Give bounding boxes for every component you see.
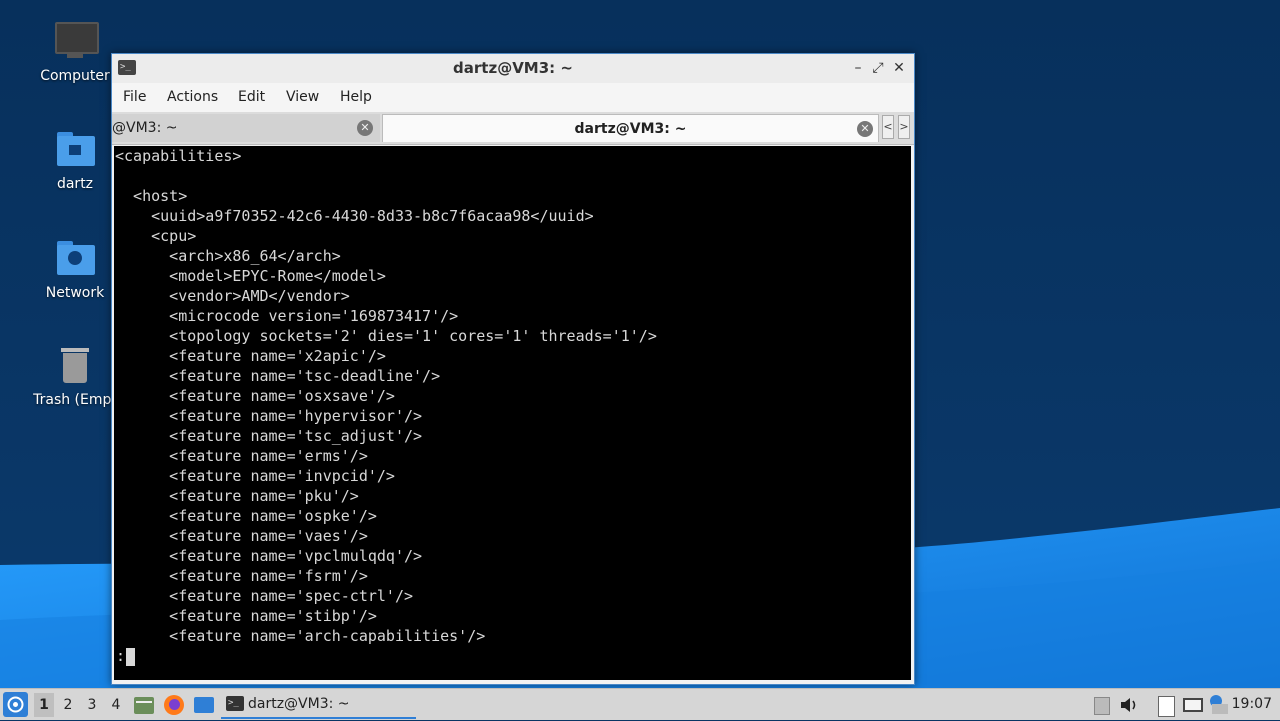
tab-scroll-right-button[interactable]: > <box>898 115 910 139</box>
terminal-line: <feature name='x2apic'/> <box>115 347 386 365</box>
tab-close-icon[interactable]: ✕ <box>357 120 373 136</box>
tab-close-icon[interactable]: ✕ <box>857 121 873 137</box>
file-manager-icon[interactable] <box>133 694 155 716</box>
tab-scroll-left-button[interactable]: < <box>882 115 894 139</box>
network-tray-icon[interactable] <box>1182 694 1204 716</box>
terminal-line: <microcode version='169873417'/> <box>115 307 459 325</box>
minimize-button[interactable]: – <box>848 58 868 78</box>
terminal-line: <feature name='osxsave'/> <box>115 387 395 405</box>
text-cursor <box>126 647 136 666</box>
terminal-line: <feature name='fsrm'/> <box>115 567 368 585</box>
tab-bar: @VM3: ~ ✕ dartz@VM3: ~ ✕ < > <box>112 112 914 145</box>
network-folder-icon <box>53 237 97 281</box>
window-titlebar[interactable]: >_ dartz@VM3: ~ – ⤢ ✕ <box>112 54 914 83</box>
terminal-line: <uuid>a9f70352-42c6-4430-8d33-b8c7f6acaa… <box>115 207 594 225</box>
terminal-line: <topology sockets='2' dies='1' cores='1'… <box>115 327 657 345</box>
desktop-icon-computer[interactable]: Computer <box>30 20 120 84</box>
tray-up-arrow-icon[interactable] <box>1090 694 1112 716</box>
terminal-line: <model>EPYC-Rome</model> <box>115 267 386 285</box>
clipboard-icon[interactable] <box>1154 694 1176 717</box>
terminal-line: <feature name='tsc-deadline'/> <box>115 367 441 385</box>
menu-help[interactable]: Help <box>340 89 372 105</box>
start-menu-button[interactable] <box>3 692 28 717</box>
terminal-line: <vendor>AMD</vendor> <box>115 287 350 305</box>
desktop-icon-label: Network <box>45 285 105 301</box>
terminal-window[interactable]: >_ dartz@VM3: ~ – ⤢ ✕ File Actions Edit … <box>111 53 915 685</box>
trash-icon <box>53 344 97 388</box>
maximize-button[interactable]: ⤢ <box>868 58 888 78</box>
workspace-2[interactable]: 2 <box>58 693 78 717</box>
volume-icon[interactable] <box>1118 694 1140 716</box>
terminal-line: <feature name='hypervisor'/> <box>115 407 423 425</box>
desktop-icon-home-folder[interactable]: dartz <box>30 128 120 192</box>
window-title: dartz@VM3: ~ <box>453 59 573 77</box>
terminal-line: <feature name='spec-ctrl'/> <box>115 587 414 605</box>
terminal-line: <cpu> <box>115 227 197 245</box>
taskbar: 1 2 3 4 >_ dartz@VM3: ~ 19:07 <box>0 688 1280 720</box>
menu-bar: File Actions Edit View Help <box>112 83 914 112</box>
notification-icon[interactable] <box>1208 694 1230 716</box>
workspace-1[interactable]: 1 <box>34 693 54 717</box>
menu-actions[interactable]: Actions <box>167 89 218 105</box>
tab-active[interactable]: dartz@VM3: ~ ✕ <box>382 114 879 142</box>
terminal-line: <feature name='ospke'/> <box>115 507 377 525</box>
terminal-line: <feature name='vpclmulqdq'/> <box>115 547 423 565</box>
desktop-icon-trash[interactable]: Trash (Empt <box>30 344 120 408</box>
pager-prompt-text: : <box>116 647 126 665</box>
desktop-icon-label: Computer <box>40 68 110 84</box>
taskbar-window-terminal[interactable]: >_ dartz@VM3: ~ <box>221 691 416 719</box>
terminal-output[interactable]: <capabilities> <host> <uuid>a9f70352-42c… <box>114 146 911 680</box>
terminal-line: <feature name='invpcid'/> <box>115 467 395 485</box>
terminal-line: <feature name='vaes'/> <box>115 527 368 545</box>
desktop-icon-label: Trash (Empt <box>33 392 117 408</box>
tab-label: @VM3: ~ <box>112 120 178 136</box>
workspace-3[interactable]: 3 <box>82 693 102 717</box>
close-button[interactable]: ✕ <box>889 58 909 78</box>
taskbar-window-label: dartz@VM3: ~ <box>248 696 350 712</box>
terminal-line: <feature name='pku'/> <box>115 487 359 505</box>
tab-inactive[interactable]: @VM3: ~ ✕ <box>112 114 380 142</box>
terminal-line: <feature name='tsc_adjust'/> <box>115 427 423 445</box>
terminal-line: <arch>x86_64</arch> <box>115 247 341 265</box>
menu-edit[interactable]: Edit <box>238 89 265 105</box>
terminal-line: <capabilities> <box>115 147 242 165</box>
pager-prompt: : <box>116 646 136 666</box>
home-folder-icon <box>53 128 97 172</box>
desktop-icon-label: dartz <box>56 176 94 192</box>
firefox-icon[interactable] <box>163 694 185 716</box>
terminal-line: <feature name='erms'/> <box>115 447 368 465</box>
workspace-4[interactable]: 4 <box>106 693 126 717</box>
menu-file[interactable]: File <box>123 89 146 105</box>
terminal-line: <host> <box>115 187 188 205</box>
clock[interactable]: 19:07 <box>1232 696 1272 712</box>
show-desktop-icon[interactable] <box>193 694 215 716</box>
terminal-icon: >_ <box>226 696 244 711</box>
desktop-icon-network[interactable]: Network <box>30 237 120 301</box>
terminal-line: <feature name='arch-capabilities'/> <box>115 627 486 645</box>
terminal-lines: <capabilities> <host> <uuid>a9f70352-42c… <box>115 146 657 646</box>
menu-view[interactable]: View <box>286 89 319 105</box>
computer-icon <box>53 20 99 64</box>
lxqt-logo-icon <box>7 696 24 713</box>
terminal-line: <feature name='stibp'/> <box>115 607 377 625</box>
tab-label: dartz@VM3: ~ <box>574 121 687 137</box>
